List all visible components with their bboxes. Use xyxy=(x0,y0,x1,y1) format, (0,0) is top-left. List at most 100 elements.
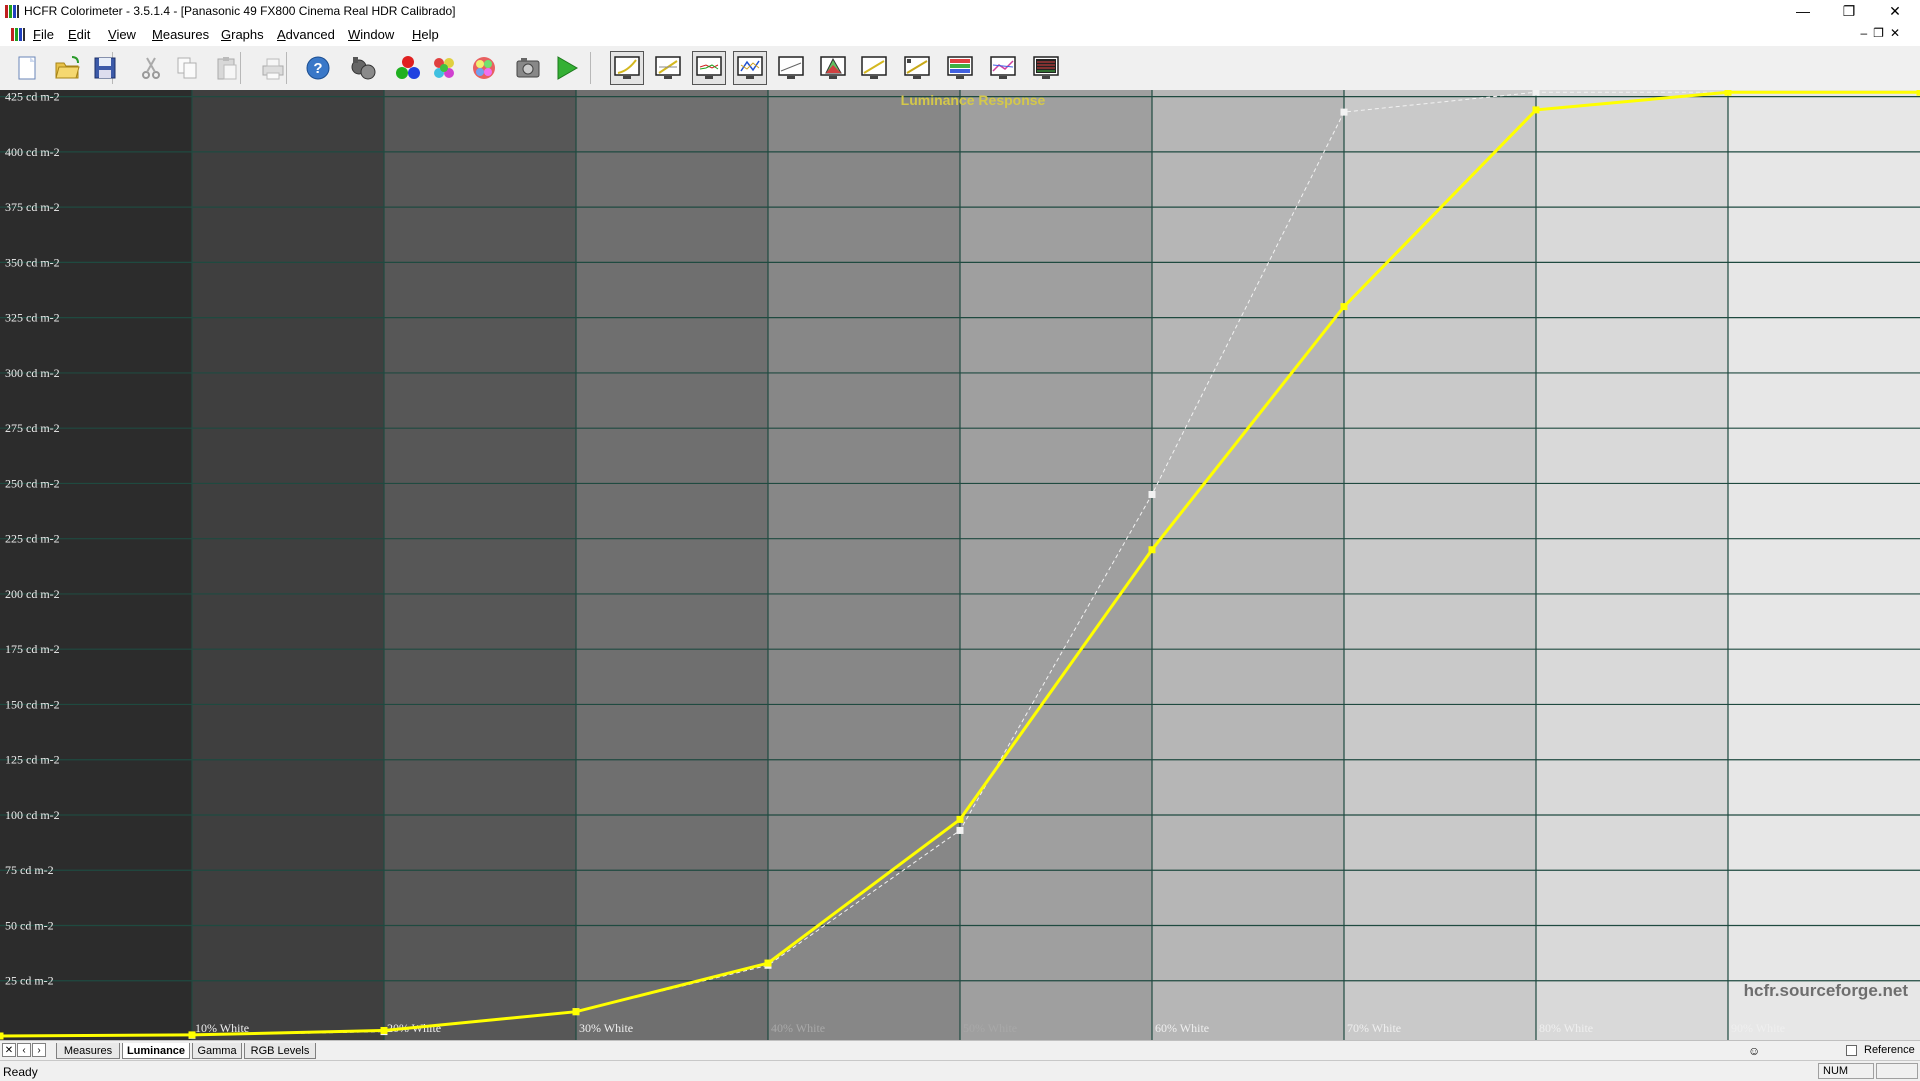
view-cie-diagram-icon xyxy=(818,53,848,83)
x-tick-label: 60% White xyxy=(1155,1021,1209,1035)
tab-nav-first[interactable]: ✕ xyxy=(2,1043,16,1057)
title-bar: HCFR Colorimeter - 3.5.1.4 - [Panasonic … xyxy=(0,0,1920,22)
measured-data-point xyxy=(765,960,772,967)
y-tick-label: 400 cd m-2 xyxy=(5,145,60,159)
paste-button[interactable] xyxy=(210,51,244,85)
menu-graphs[interactable]: Graphs xyxy=(221,27,264,42)
menu-view[interactable]: View xyxy=(108,27,136,42)
print-button[interactable] xyxy=(256,51,290,85)
chart-title: Luminance Response xyxy=(901,92,1046,108)
background-band xyxy=(1536,90,1729,1040)
menu-measures[interactable]: Measures xyxy=(152,27,209,42)
background-band xyxy=(1344,90,1537,1040)
toolbar-separator xyxy=(590,52,591,84)
view-measures-button[interactable] xyxy=(1029,51,1063,85)
copy-button[interactable] xyxy=(170,51,204,85)
tab-rgb-levels[interactable]: RGB Levels xyxy=(244,1043,316,1059)
background-band xyxy=(576,90,769,1040)
cut-button[interactable] xyxy=(134,51,168,85)
y-tick-label: 125 cd m-2 xyxy=(5,753,60,767)
save-button[interactable] xyxy=(88,51,122,85)
reference-checkbox[interactable] xyxy=(1846,1045,1857,1056)
mdi-restore-button[interactable]: ❐ xyxy=(1873,26,1884,40)
view-near-white-button[interactable] xyxy=(943,51,977,85)
tab-nav-prev[interactable]: ‹ xyxy=(17,1043,31,1057)
close-icon: ✕ xyxy=(1889,3,1901,20)
menu-advanced[interactable]: Advanced xyxy=(277,27,335,42)
background-band xyxy=(0,90,193,1040)
menu-file[interactable]: File xyxy=(33,27,54,42)
measured-data-point xyxy=(1149,546,1156,553)
menu-help[interactable]: Help xyxy=(412,27,439,42)
mdi-window-controls: – ❐ ✕ xyxy=(1860,26,1900,40)
restore-icon: ❐ xyxy=(1843,3,1856,20)
y-tick-label: 150 cd m-2 xyxy=(5,697,60,711)
cut-icon xyxy=(136,53,166,83)
luminance-graph[interactable]: 25 cd m-250 cd m-275 cd m-2100 cd m-2125… xyxy=(0,90,1920,1040)
background-band xyxy=(1152,90,1345,1040)
view-color-temp-button[interactable] xyxy=(774,51,808,85)
view-cie-icon xyxy=(735,53,765,83)
x-tick-label: 50% White xyxy=(963,1021,1017,1035)
status-bar: Ready NUM xyxy=(0,1060,1920,1081)
document-icon[interactable] xyxy=(10,26,26,42)
y-tick-label: 275 cd m-2 xyxy=(5,421,60,435)
minimize-button[interactable]: — xyxy=(1780,0,1826,22)
view-color-comparator-button[interactable] xyxy=(986,51,1020,85)
svg-text:?: ? xyxy=(313,60,322,77)
mdi-close-button[interactable]: ✕ xyxy=(1890,26,1900,40)
background-band xyxy=(960,90,1153,1040)
tab-nav-next[interactable]: › xyxy=(32,1043,46,1057)
open-icon xyxy=(52,53,82,83)
view-luminance-button[interactable] xyxy=(610,51,644,85)
y-tick-label: 200 cd m-2 xyxy=(5,587,60,601)
tab-measures[interactable]: Measures xyxy=(56,1043,120,1059)
reference-data-point xyxy=(957,827,964,834)
menu-edit[interactable]: Edit xyxy=(68,27,90,42)
view-luminance-icon xyxy=(612,53,642,83)
reference-data-point xyxy=(1341,109,1348,116)
view-color-comparator-icon xyxy=(988,53,1018,83)
y-tick-label: 250 cd m-2 xyxy=(5,476,60,490)
menu-window[interactable]: Window xyxy=(348,27,394,42)
sensor-button[interactable] xyxy=(345,51,379,85)
status-panel-empty xyxy=(1876,1063,1918,1079)
view-near-black-button[interactable] xyxy=(900,51,934,85)
x-tick-label: 70% White xyxy=(1347,1021,1401,1035)
tab-luminance[interactable]: Luminance xyxy=(122,1043,190,1059)
view-near-black-icon xyxy=(902,53,932,83)
y-tick-label: 225 cd m-2 xyxy=(5,532,60,546)
y-tick-label: 350 cd m-2 xyxy=(5,255,60,269)
measured-data-point xyxy=(0,1033,4,1040)
rgb-button[interactable] xyxy=(391,51,425,85)
camera-button[interactable] xyxy=(511,51,545,85)
open-button[interactable] xyxy=(50,51,84,85)
view-cie-diagram-button[interactable] xyxy=(816,51,850,85)
mdi-minimize-button[interactable]: – xyxy=(1860,26,1867,40)
help-button[interactable]: ? xyxy=(301,51,335,85)
close-button[interactable]: ✕ xyxy=(1872,0,1918,22)
measured-data-point xyxy=(573,1008,580,1015)
colors-button[interactable] xyxy=(427,51,461,85)
restore-button[interactable]: ❐ xyxy=(1826,0,1872,22)
saturation-button[interactable] xyxy=(467,51,501,85)
menu-bar: File Edit View Measures Graphs Advanced … xyxy=(0,22,1920,46)
hcfr-app-icon[interactable] xyxy=(4,3,20,19)
background-band xyxy=(192,90,385,1040)
view-rgb-button[interactable] xyxy=(692,51,726,85)
y-tick-label: 425 cd m-2 xyxy=(5,90,60,104)
paste-icon xyxy=(212,53,242,83)
view-gamma-button[interactable] xyxy=(651,51,685,85)
measured-data-point xyxy=(189,1031,196,1038)
tray-icon[interactable]: ☺ xyxy=(1748,1044,1760,1058)
y-tick-label: 100 cd m-2 xyxy=(5,808,60,822)
view-color-temp-icon xyxy=(776,53,806,83)
tab-gamma[interactable]: Gamma xyxy=(192,1043,242,1059)
measured-data-point xyxy=(1917,90,1920,96)
new-button[interactable] xyxy=(10,51,44,85)
watermark: hcfr.sourceforge.net xyxy=(1744,981,1909,1000)
print-icon xyxy=(258,53,288,83)
view-saturation-button[interactable] xyxy=(857,51,891,85)
play-button[interactable] xyxy=(549,51,583,85)
view-cie-button[interactable] xyxy=(733,51,767,85)
